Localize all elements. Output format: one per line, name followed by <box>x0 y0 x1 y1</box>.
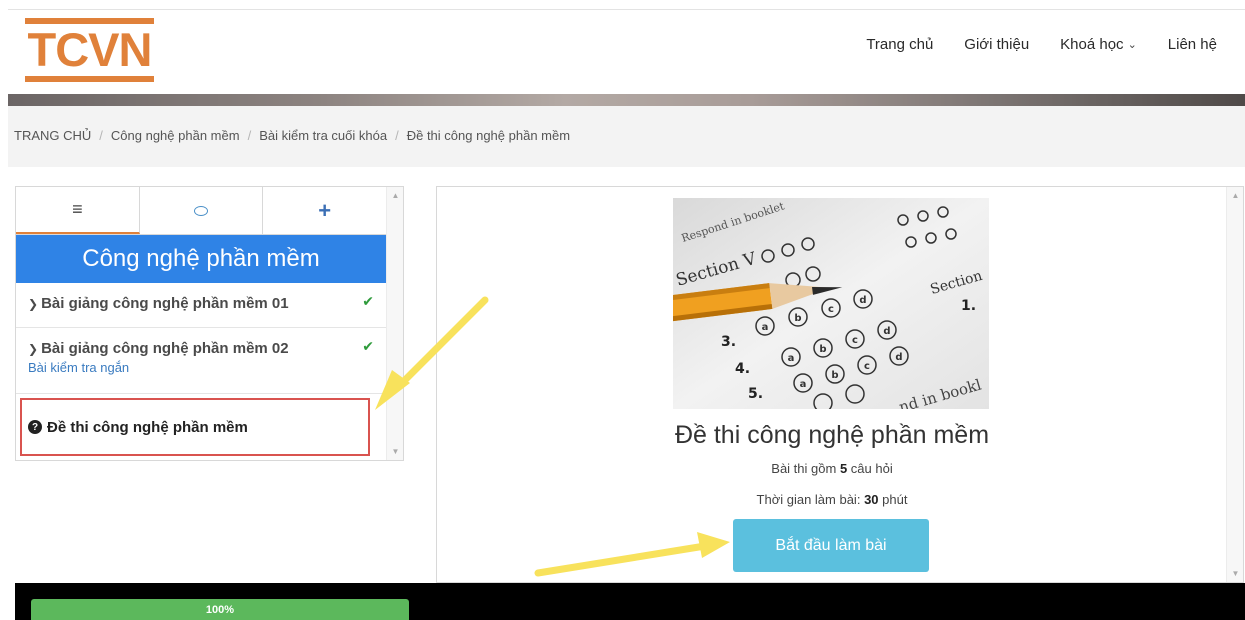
svg-text:a: a <box>762 322 769 333</box>
breadcrumb-separator: / <box>247 128 252 143</box>
time-limit-prefix: Thời gian làm bài: <box>756 492 865 507</box>
svg-text:c: c <box>828 304 834 315</box>
breadcrumb-home[interactable]: TRANG CHỦ <box>14 128 91 143</box>
svg-text:b: b <box>819 344 826 355</box>
start-exam-button[interactable]: Bắt đầu làm bài <box>733 519 929 572</box>
breadcrumb-current: Đề thi công nghệ phần mềm <box>406 128 571 143</box>
question-count-prefix: Bài thi gồm <box>771 461 840 476</box>
course-sidebar: ≡ + Công nghệ phần mềm ❯ Bài giảng công n… <box>15 186 404 461</box>
breadcrumb-separator: / <box>395 128 399 143</box>
time-limit-suffix: phút <box>878 492 908 507</box>
nav-item-contact[interactable]: Liên hệ <box>1168 36 1217 53</box>
plus-icon: + <box>318 197 332 223</box>
lesson-title: ❯ Bài giảng công nghệ phần mềm 02 <box>28 340 386 357</box>
svg-text:b: b <box>794 313 801 324</box>
lesson-title-text: Bài giảng công nghệ phần mềm 02 <box>41 340 289 357</box>
exam-panel: Respond in booklet Section V Section nd … <box>436 186 1244 583</box>
exam-item-label: Đề thi công nghệ phần mềm <box>47 418 248 436</box>
footer-bar: 100% <box>15 583 1245 620</box>
nav-item-label: Giới thiệu <box>964 36 1030 53</box>
course-title: Công nghệ phần mềm <box>16 235 386 283</box>
chevron-down-icon: ⌄ <box>1127 39 1137 51</box>
nav-item-home[interactable]: Trang chủ <box>866 36 933 53</box>
lesson-title: ❯ Bài giảng công nghệ phần mềm 01 <box>28 295 386 312</box>
breadcrumb-course[interactable]: Công nghệ phần mềm <box>111 128 240 143</box>
tab-add[interactable]: + <box>263 187 386 234</box>
breadcrumb-area: TRANG CHỦ / Công nghệ phần mềm / Bài kiể… <box>8 106 1245 167</box>
scroll-up-icon[interactable]: ▲ <box>1227 187 1244 204</box>
exam-answer-sheet-image: Respond in booklet Section V Section nd … <box>673 198 989 409</box>
svg-text:3.: 3. <box>721 334 736 350</box>
svg-text:b: b <box>831 370 838 381</box>
check-icon: ✔ <box>362 338 374 354</box>
tab-discussion[interactable] <box>140 187 264 234</box>
site-logo[interactable]: TCVN <box>25 18 154 82</box>
lesson-item[interactable]: ❯ Bài giảng công nghệ phần mềm 02 ✔ Bài k… <box>16 328 386 394</box>
tab-contents[interactable]: ≡ <box>16 187 140 234</box>
sidebar-tabs: ≡ + <box>16 187 386 235</box>
lesson-item[interactable]: ❯ Bài giảng công nghệ phần mềm 01 ✔ <box>16 283 386 328</box>
menu-icon: ≡ <box>72 199 83 219</box>
check-icon: ✔ <box>362 293 374 309</box>
breadcrumb-separator: / <box>99 128 103 143</box>
nav-item-label: Trang chủ <box>866 36 934 53</box>
svg-text:a: a <box>800 379 807 390</box>
svg-text:c: c <box>864 361 870 372</box>
nav-item-label: Khoá học <box>1060 36 1124 53</box>
svg-text:c: c <box>852 335 858 346</box>
svg-text:a: a <box>788 353 795 364</box>
nav-item-courses[interactable]: Khoá học ⌄ <box>1060 36 1137 53</box>
header-top-border <box>8 9 1245 10</box>
hero-banner-strip <box>8 94 1245 106</box>
svg-text:4.: 4. <box>735 361 750 377</box>
scroll-down-icon[interactable]: ▼ <box>1227 565 1244 582</box>
svg-text:d: d <box>883 326 890 337</box>
content-scrollbar[interactable]: ▲ ▼ <box>1226 187 1243 582</box>
breadcrumb: TRANG CHỦ / Công nghệ phần mềm / Bài kiể… <box>14 128 570 143</box>
nav-item-about[interactable]: Giới thiệu <box>964 36 1029 53</box>
quiz-link[interactable]: Bài kiểm tra ngắn <box>28 360 386 375</box>
svg-text:5.: 5. <box>748 386 763 402</box>
lesson-title-text: Bài giảng công nghệ phần mềm 01 <box>41 295 289 312</box>
breadcrumb-section[interactable]: Bài kiểm tra cuối khóa <box>259 128 387 143</box>
svg-text:d: d <box>859 295 866 306</box>
page: TCVN Trang chủ Giới thiệu Khoá học ⌄ Liên… <box>0 0 1245 620</box>
svg-text:d: d <box>895 352 902 363</box>
nav-item-label: Liên hệ <box>1167 36 1217 53</box>
svg-text:1.: 1. <box>961 298 976 314</box>
course-progress-bar: 100% <box>31 599 409 620</box>
exam-question-count: Bài thi gồm 5 câu hỏi <box>437 461 1227 476</box>
exam-time-limit: Thời gian làm bài: 30 phút <box>437 492 1227 507</box>
chat-icon <box>194 205 208 216</box>
question-circle-icon: ? <box>28 420 42 434</box>
exam-title: Đề thi công nghệ phần mềm <box>674 421 990 449</box>
scroll-up-icon[interactable]: ▲ <box>387 187 404 204</box>
sidebar-scrollbar[interactable]: ▲ ▼ <box>386 187 403 460</box>
logo-bottom-bar <box>25 76 154 82</box>
chevron-down-icon: ❯ <box>28 297 39 311</box>
time-limit-value: 30 <box>864 492 879 507</box>
main-nav: Trang chủ Giới thiệu Khoá học ⌄ Liên hệ <box>835 36 1217 53</box>
question-count-suffix: câu hỏi <box>847 461 893 476</box>
scroll-down-icon[interactable]: ▼ <box>387 443 404 460</box>
exam-item[interactable]: ? Đề thi công nghệ phần mềm <box>20 398 370 456</box>
logo-text: TCVN <box>27 23 153 76</box>
chevron-down-icon: ❯ <box>28 342 39 356</box>
